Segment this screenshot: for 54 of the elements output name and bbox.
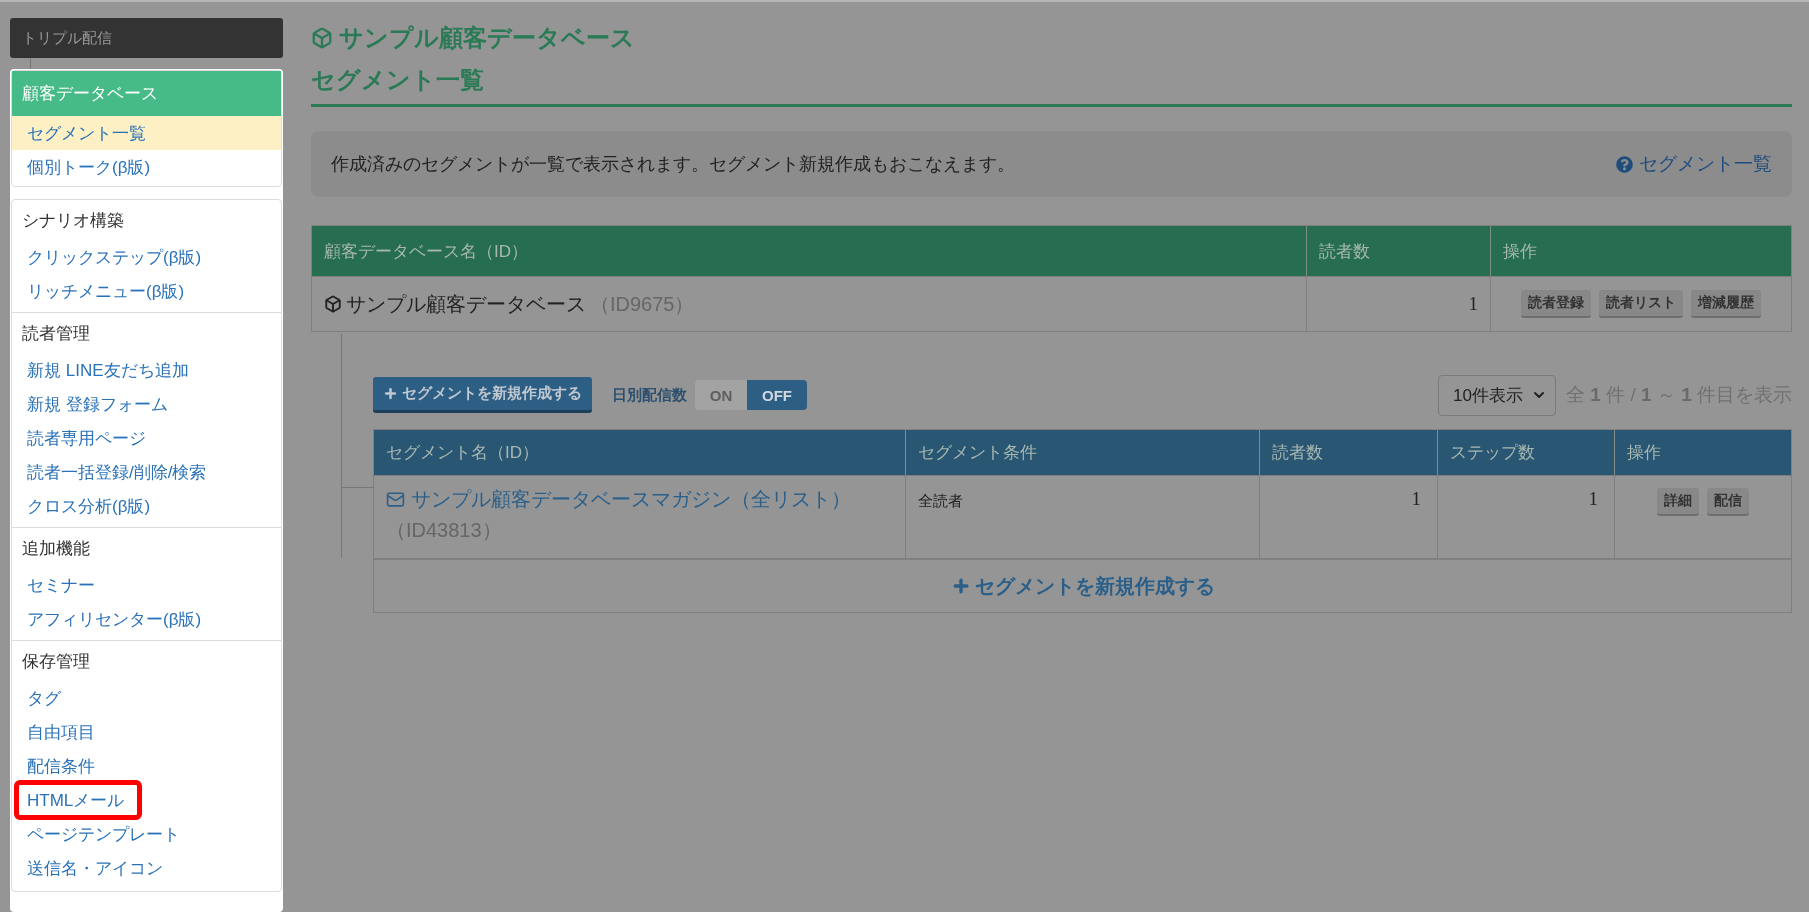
action-button[interactable]: 増減履歴: [1691, 290, 1761, 318]
help-link[interactable]: セグメント一覧: [1616, 151, 1772, 177]
action-button[interactable]: 読者登録: [1521, 290, 1591, 318]
reader-count: 1: [1468, 293, 1478, 315]
cube-icon: [324, 295, 342, 313]
sidebar-item[interactable]: セミナー: [12, 568, 281, 602]
sidebar-item[interactable]: タグ: [12, 681, 281, 715]
sidebar-group-title: 顧客データベース: [12, 71, 281, 116]
segment-condition: 全読者: [918, 492, 963, 511]
sidebar-item[interactable]: クロス分析(β版): [12, 489, 281, 523]
step-count: 1: [1588, 488, 1598, 510]
column-header: 顧客データベース名（ID）: [312, 226, 1306, 276]
plus-icon: [383, 386, 398, 401]
column-header: 読者数: [1259, 430, 1437, 475]
page-title: サンプル顧客データベース: [339, 23, 635, 53]
sidebar-item[interactable]: 送信名・アイコン: [12, 851, 281, 885]
column-header: 読者数: [1306, 226, 1490, 276]
column-header: セグメント条件: [905, 430, 1259, 475]
cube-icon: [311, 27, 333, 49]
page-size-select[interactable]: 10件表示: [1438, 374, 1556, 416]
sidebar-item[interactable]: 新規 LINE友だち追加: [12, 353, 281, 387]
column-header: 操作: [1490, 226, 1791, 276]
sidebar-item[interactable]: セグメント一覧: [12, 116, 281, 150]
sidebar-item[interactable]: リッチメニュー(β版): [12, 274, 281, 308]
column-header: 操作: [1614, 430, 1791, 475]
sidebar-group-title: シナリオ構築: [21, 209, 125, 232]
action-button[interactable]: 配信: [1707, 488, 1749, 516]
reader-count: 1: [1411, 488, 1421, 510]
sidebar-item[interactable]: ページテンプレート: [12, 817, 281, 851]
app-title[interactable]: トリプル配信: [10, 18, 283, 58]
database-name: サンプル顧客データベース: [346, 291, 586, 317]
page-subtitle: セグメント一覧: [311, 65, 485, 95]
sidebar-item[interactable]: 読者専用ページ: [12, 421, 281, 455]
sidebar-item[interactable]: 自由項目: [12, 715, 281, 749]
column-header: ステップ数: [1437, 430, 1614, 475]
mail-icon: [386, 490, 405, 509]
daily-count-label: 日別配信数: [612, 385, 687, 405]
sidebar-item[interactable]: 個別トーク(β版): [12, 150, 281, 184]
sidebar-item[interactable]: HTMLメール: [14, 780, 142, 820]
sidebar-item[interactable]: 読者一括登録/削除/検索: [12, 455, 281, 489]
help-icon: [1616, 155, 1633, 173]
action-button[interactable]: 読者リスト: [1599, 290, 1683, 318]
sidebar-item[interactable]: クリックステップ(β版): [12, 240, 281, 274]
new-segment-button[interactable]: セグメントを新規作成する: [373, 377, 592, 413]
sidebar-group-title: 保存管理: [21, 650, 91, 673]
info-text: 作成済みのセグメントが一覧で表示されます。セグメント新規作成もおこなえます。: [331, 153, 1015, 176]
sidebar-item[interactable]: 新規 登録フォーム: [12, 387, 281, 421]
column-header: セグメント名（ID）: [374, 430, 905, 475]
sidebar-group-title: 読者管理: [21, 322, 91, 345]
action-button[interactable]: 詳細: [1657, 488, 1699, 516]
toggle-option[interactable]: OFF: [747, 380, 807, 410]
sidebar-group-title: 追加機能: [21, 537, 91, 560]
sidebar-item[interactable]: 配信条件: [12, 749, 281, 783]
sidebar-item[interactable]: アフィリセンター(β版): [12, 602, 281, 636]
